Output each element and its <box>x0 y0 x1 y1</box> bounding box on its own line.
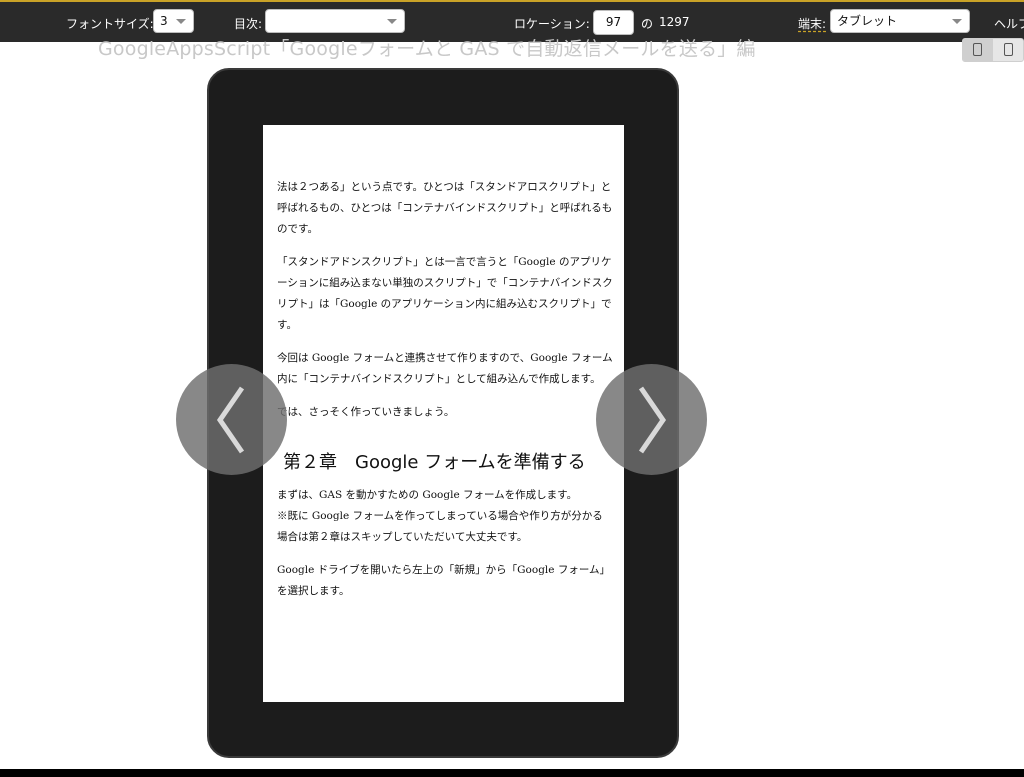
reader-page: 法は２つある」という点です。ひとつは「スタンドアロスクリプト」と呼ばれるもの、ひ… <box>263 125 624 702</box>
device-value: タブレット <box>837 14 898 28</box>
single-page-icon <box>973 43 982 56</box>
device-label[interactable]: 端末: <box>798 15 826 32</box>
paragraph: では、さっそく作っていきましょう。 <box>277 406 455 418</box>
single-page-view-button[interactable] <box>963 39 993 61</box>
spread-view-button[interactable] <box>994 39 1023 61</box>
view-toggle <box>962 38 1024 62</box>
device-select[interactable]: タブレット <box>830 9 970 33</box>
paragraph: 「スタンドアドンスクリプト」とは一言で言うと「Google のアプリケーションに… <box>277 256 613 331</box>
caret-down-icon <box>952 19 962 24</box>
next-page-button[interactable] <box>596 364 707 475</box>
location-total: 1297 <box>659 15 690 29</box>
caret-down-icon <box>387 19 397 24</box>
location-input[interactable]: 97 <box>593 10 634 35</box>
prev-page-button[interactable] <box>176 364 287 475</box>
book-title: GoogleAppsScript「Googleフォームと GAS で自動返信メー… <box>98 38 756 60</box>
paragraph: ※既に Google フォームを作ってしまっている場合や作り方が分かる場合は第２… <box>277 510 603 543</box>
font-size-value: 3 <box>160 14 168 28</box>
bottom-bar <box>0 769 1024 777</box>
paragraph: 今回は Google フォームと連携させて作りますので、Google フォーム内… <box>277 352 613 385</box>
page-content: 法は２つある」という点です。ひとつは「スタンドアロスクリプト」と呼ばれるもの、ひ… <box>277 177 613 614</box>
caret-down-icon <box>176 19 186 24</box>
chevron-right-icon <box>638 386 667 454</box>
page-icon <box>1004 43 1013 56</box>
toc-select[interactable] <box>265 9 405 33</box>
location-of: の <box>641 17 654 31</box>
paragraph: Google ドライブを開いたら左上の「新規」から「Google フォーム」を選… <box>277 564 611 597</box>
location-label: ロケーション: <box>514 17 590 31</box>
toc-label: 目次: <box>234 17 263 31</box>
paragraph: まずは、GAS を動かすための Google フォームを作成します。 <box>277 489 578 501</box>
paragraph: 法は２つある」という点です。ひとつは「スタンドアロスクリプト」と呼ばれるもの、ひ… <box>277 181 613 235</box>
chevron-left-icon <box>216 386 245 454</box>
help-link[interactable]: ヘルプ <box>994 15 1024 32</box>
font-size-label: フォントサイズ: <box>66 17 154 31</box>
chapter-heading: 第２章 Google フォームを準備する <box>283 452 586 473</box>
font-size-select[interactable]: 3 <box>153 9 194 33</box>
